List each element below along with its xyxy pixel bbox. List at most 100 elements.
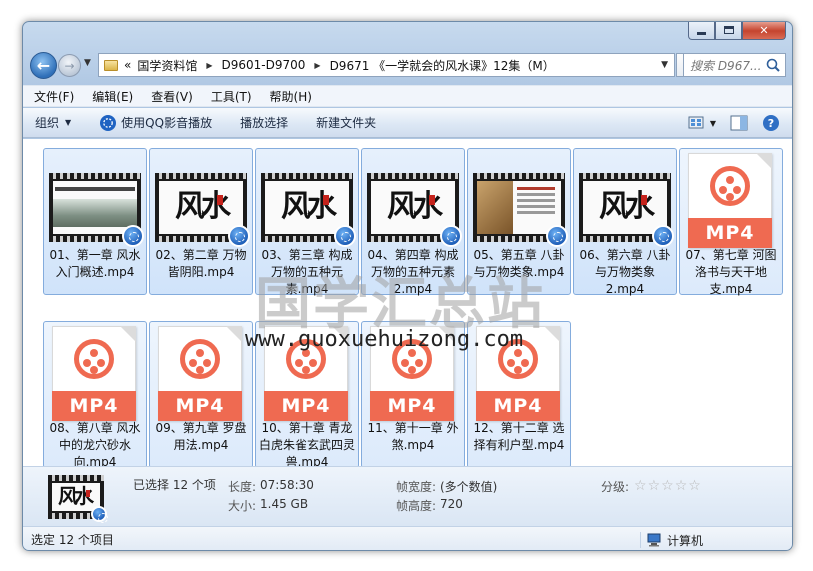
- view-options-icon[interactable]: [688, 115, 706, 131]
- page-fold: [756, 153, 772, 169]
- chevron-right-icon[interactable]: ▶: [200, 61, 218, 70]
- length-label: 长度:: [228, 480, 257, 494]
- mp4-file-icon: MP4: [688, 153, 775, 248]
- computer-icon: [647, 533, 661, 547]
- star-icon[interactable]: ☆: [661, 478, 675, 494]
- red-seal: [86, 490, 90, 497]
- mp4-badge: MP4: [158, 391, 242, 421]
- film-reel-icon: [710, 166, 750, 206]
- page-fold: [226, 326, 242, 342]
- file-name: 08、第八章 风水中的龙穴砂水向.mp4: [49, 421, 141, 466]
- mp4-badge: MP4: [476, 391, 560, 421]
- red-seal: [429, 195, 435, 205]
- star-icon[interactable]: ☆: [688, 478, 702, 494]
- page-fold: [544, 326, 560, 342]
- address-segment-library[interactable]: 国学资料馆: [134, 57, 200, 74]
- arrow-right-icon: →: [64, 58, 75, 73]
- explorer-window: ✕ ← → ▼ « 国学资料馆 ▶ D9601-D9700 ▶ D9671 《一…: [22, 21, 793, 551]
- file-tile[interactable]: 风水 06、第六章 八卦与万物类象2.mp4: [573, 148, 677, 296]
- file-name: 10、第十章 青龙白虎朱雀玄武四灵兽.mp4: [258, 421, 355, 466]
- address-segment-range[interactable]: D9601-D9700: [219, 58, 309, 72]
- red-seal: [323, 195, 329, 205]
- preview-pane-icon[interactable]: [730, 115, 748, 131]
- frame-height-label: 帧高度:: [396, 499, 437, 513]
- chevron-right-icon[interactable]: ▶: [308, 61, 326, 70]
- film-strip: [49, 173, 141, 179]
- chevron-down-icon: ▼: [84, 58, 91, 68]
- qq-play-button[interactable]: 使用QQ影音播放: [99, 114, 212, 132]
- file-tile[interactable]: MP4 09、第九章 罗盘用法.mp4: [149, 321, 253, 466]
- recent-pages-dropdown[interactable]: ▼: [84, 58, 91, 68]
- menu-edit[interactable]: 编辑(E): [92, 88, 133, 105]
- svg-text:?: ?: [768, 117, 774, 130]
- qq-player-icon: [546, 225, 568, 247]
- arrow-left-icon: ←: [36, 56, 51, 75]
- search-placeholder: 搜索 D967...: [690, 58, 762, 73]
- command-bar: 组织 ▼ 使用QQ影音播放 播放选择 新建文件夹 ▼ ?: [23, 108, 792, 138]
- file-tile[interactable]: 01、第一章 风水入门概述.mp4: [43, 148, 147, 295]
- close-icon: ✕: [759, 23, 769, 37]
- thumbnail-caption: [55, 187, 135, 191]
- organize-button[interactable]: 组织 ▼: [35, 114, 71, 131]
- star-icon[interactable]: ☆: [634, 478, 648, 494]
- menu-help[interactable]: 帮助(H): [270, 88, 312, 105]
- back-button[interactable]: ←: [30, 52, 57, 79]
- file-name: 06、第六章 八卦与万物类象2.mp4: [579, 248, 671, 296]
- address-segment-current[interactable]: D9671 《一学就会的风水课》12集（M）: [327, 57, 558, 74]
- menu-view[interactable]: 查看(V): [151, 88, 193, 105]
- play-selection-label: 播放选择: [240, 116, 289, 130]
- address-bar[interactable]: « 国学资料馆 ▶ D9601-D9700 ▶ D9671 《一学就会的风水课》…: [98, 53, 675, 77]
- play-selection-button[interactable]: 播放选择: [240, 114, 288, 131]
- file-tile[interactable]: MP4 08、第八章 风水中的龙穴砂水向.mp4: [43, 321, 147, 466]
- navigation-row: ← → ▼ « 国学资料馆 ▶ D9601-D9700 ▶ D9671 《一学就…: [23, 49, 792, 83]
- selected-count: 已选择 12 个项: [133, 478, 216, 492]
- film-strip: [367, 173, 459, 179]
- mp4-badge: MP4: [52, 391, 136, 421]
- help-icon[interactable]: ?: [762, 114, 780, 132]
- address-dropdown-icon[interactable]: ▼: [655, 60, 674, 70]
- new-folder-button[interactable]: 新建文件夹: [316, 114, 376, 131]
- size-value: 1.45 GB: [260, 497, 309, 511]
- qq-player-icon: [652, 225, 674, 247]
- frame-width-label: 帧宽度:: [396, 480, 437, 494]
- forward-button[interactable]: →: [58, 54, 81, 77]
- status-zone: 计算机: [640, 532, 703, 548]
- search-icon[interactable]: [765, 57, 781, 73]
- organize-label: 组织: [35, 116, 60, 130]
- status-bar: 选定 12 个项目 计算机: [23, 526, 792, 550]
- address-overflow[interactable]: «: [121, 58, 134, 72]
- minimize-button[interactable]: [688, 22, 715, 40]
- file-tile[interactable]: MP4 07、第七章 河图洛书与天干地支.mp4: [679, 148, 783, 296]
- file-name: 07、第七章 河图洛书与天干地支.mp4: [685, 248, 777, 296]
- star-icon[interactable]: ☆: [648, 478, 662, 494]
- folder-icon: [104, 59, 118, 71]
- details-thumbnail: 风水: [48, 475, 108, 523]
- mp4-badge: MP4: [688, 218, 772, 248]
- star-icon[interactable]: ☆: [675, 478, 689, 494]
- maximize-button[interactable]: [715, 22, 742, 40]
- status-zone-label: 计算机: [667, 533, 704, 548]
- mp4-badge: MP4: [370, 391, 454, 421]
- qq-player-icon: [122, 225, 144, 247]
- chevron-down-icon[interactable]: ▼: [710, 119, 716, 128]
- caption-buttons: ✕: [688, 22, 786, 40]
- film-reel-icon: [180, 339, 220, 379]
- close-button[interactable]: ✕: [742, 22, 786, 40]
- maximize-icon: [723, 26, 734, 34]
- red-seal: [217, 195, 223, 205]
- file-list[interactable]: 01、第一章 风水入门概述.mp4 风水 02、第二章 万物皆阴阳.mp4 风水 03、…: [23, 139, 792, 466]
- status-selection: 选定 12 个项目: [31, 533, 114, 547]
- qq-player-icon: [334, 225, 356, 247]
- file-tile[interactable]: 风水 02、第二章 万物皆阴阳.mp4: [149, 148, 253, 295]
- mp4-badge: MP4: [264, 391, 348, 421]
- length-value: 07:58:30: [260, 478, 314, 492]
- menu-bar: 文件(F) 编辑(E) 查看(V) 工具(T) 帮助(H): [23, 85, 792, 107]
- details-pane: 风水 已选择 12 个项 长度: 07:58:30 大小: 1.45 GB 帧宽…: [23, 466, 792, 526]
- mp4-file-icon: MP4: [52, 326, 139, 421]
- menu-tools[interactable]: 工具(T): [211, 88, 252, 105]
- menu-file[interactable]: 文件(F): [34, 88, 74, 105]
- file-name: 11、第十一章 外煞.mp4: [367, 421, 459, 452]
- landscape-scene: [53, 199, 137, 227]
- rating-stars[interactable]: ☆☆☆☆☆: [634, 478, 702, 494]
- search-input[interactable]: 搜索 D967...: [683, 53, 786, 77]
